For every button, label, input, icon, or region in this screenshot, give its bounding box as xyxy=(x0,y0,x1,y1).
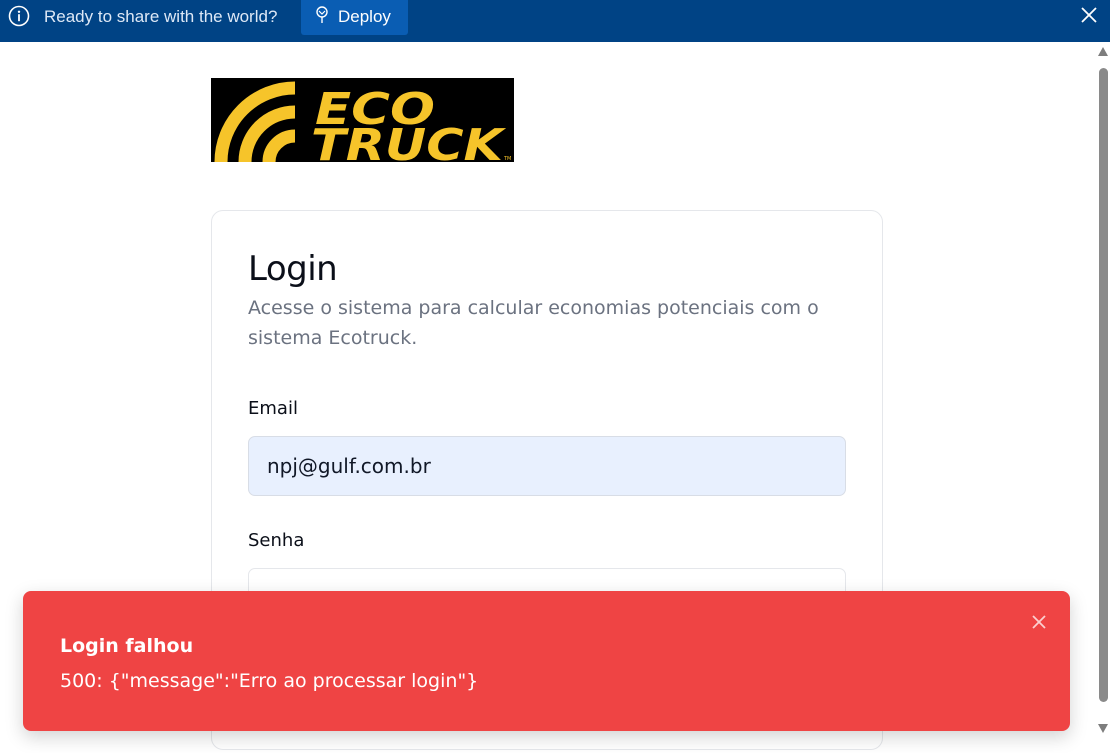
ecotruck-logo-graphic: ECO TRUCK TM xyxy=(211,78,514,162)
toast-message: 500: {"message":"Erro ao processar login… xyxy=(60,670,479,692)
email-field[interactable] xyxy=(248,436,846,496)
ecotruck-logo: ECO TRUCK TM xyxy=(211,78,514,162)
deploy-banner: Ready to share with the world? Deploy xyxy=(0,0,1110,42)
toast-close-icon[interactable] xyxy=(1031,614,1047,630)
toast-title: Login falhou xyxy=(60,635,194,657)
deploy-label: Deploy xyxy=(338,7,391,26)
pin-icon xyxy=(316,6,328,23)
info-icon xyxy=(8,5,30,27)
scroll-up-arrow-icon[interactable] xyxy=(1098,47,1108,56)
password-label: Senha xyxy=(248,530,305,551)
close-icon[interactable] xyxy=(1080,6,1098,24)
banner-message: Ready to share with the world? xyxy=(44,7,278,26)
scroll-down-arrow-icon[interactable] xyxy=(1098,724,1108,733)
login-subtitle: Acesse o sistema para calcular economias… xyxy=(248,297,819,349)
scrollbar-thumb[interactable] xyxy=(1099,68,1108,702)
page-scrollbar[interactable] xyxy=(1096,42,1110,753)
logo-line2: TRUCK xyxy=(311,120,506,162)
email-label: Email xyxy=(248,398,298,419)
page-title: Login xyxy=(248,249,338,289)
deploy-button[interactable]: Deploy xyxy=(301,0,408,35)
error-toast: Login falhou 500: {"message":"Erro ao pr… xyxy=(23,591,1070,731)
logo-tm: TM xyxy=(503,156,511,162)
